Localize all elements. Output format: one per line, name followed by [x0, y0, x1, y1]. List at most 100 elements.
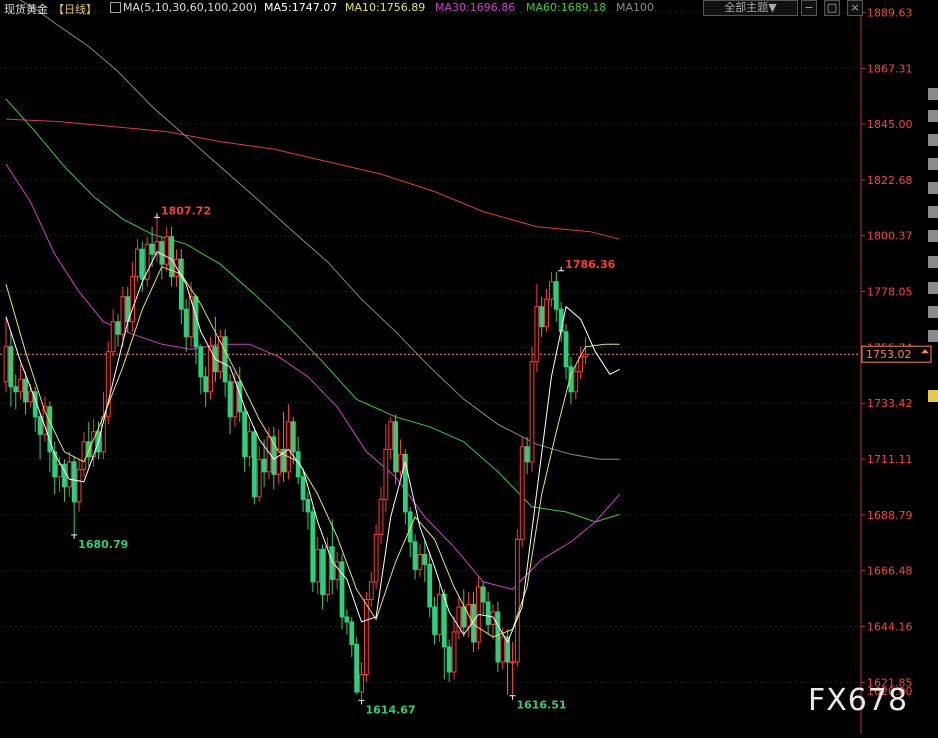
candle-body: [320, 548, 325, 595]
candle-body: [544, 298, 549, 328]
minimize-icon[interactable]: −: [801, 0, 817, 16]
side-panel-glyph: [928, 88, 938, 100]
candle-body: [485, 601, 491, 625]
period-label[interactable]: 【日线】: [53, 1, 97, 17]
side-panel-glyph: [928, 256, 938, 268]
candle-body: [519, 446, 525, 540]
instrument-name: 现货黄金: [4, 3, 48, 16]
y-tick-label: 1666.48: [867, 565, 913, 578]
ma200-line: [5, 118, 620, 240]
candle-body: [276, 448, 282, 475]
ma10-readout: MA10:1756.89: [345, 1, 426, 14]
candle-body: [159, 241, 165, 265]
ma-indicator-icon[interactable]: [110, 2, 121, 13]
candle-body: [363, 598, 369, 675]
candle-body: [135, 248, 140, 278]
side-panel-glyph: [928, 282, 938, 294]
candlestick-chart: 1889.631867.311845.001822.681800.371778.…: [0, 0, 932, 734]
candle-body: [27, 391, 33, 403]
candle-body: [500, 636, 506, 663]
candle-body: [490, 611, 496, 625]
candle-body: [149, 243, 155, 255]
candle-body: [130, 276, 136, 323]
theme-dropdown[interactable]: 全部主题▼: [703, 0, 798, 16]
side-panel-glyph: [928, 306, 938, 318]
candle-body: [290, 421, 296, 453]
candle-body: [393, 421, 399, 473]
current-price-label: 1753.02: [866, 348, 912, 361]
chart-area: 1889.63 1867.31 1845.00 1822.68 1800.37 1778.…: [0, 0, 938, 734]
ma-params[interactable]: MA(5,10,30,60,100,200): [123, 1, 257, 14]
y-tick-label: 1867.31: [867, 62, 913, 75]
candle-body: [407, 511, 413, 543]
candle-body: [344, 616, 350, 623]
side-panel-glyph: [928, 134, 938, 146]
candle-body: [373, 533, 379, 583]
ma100-readout: MA100: [616, 1, 655, 14]
y-tick-label: 1688.79: [867, 509, 913, 522]
y-tick-label: 1711.11: [867, 453, 913, 466]
candle-body: [339, 561, 345, 618]
candle-body: [164, 236, 170, 265]
candle-body: [325, 546, 330, 595]
price-annotation: 1614.67: [366, 703, 416, 716]
candle-body: [62, 463, 67, 488]
candle-body: [427, 563, 433, 608]
candle-body: [446, 646, 452, 673]
ma60-readout: MA60:1689.18: [526, 1, 607, 14]
candle-body: [451, 631, 457, 673]
candle-body: [480, 586, 486, 603]
candle-body: [203, 376, 209, 393]
candle-body: [359, 673, 364, 693]
candle-body: [222, 336, 228, 383]
candle-body: [383, 448, 389, 500]
y-tick-label: 1733.42: [867, 397, 913, 410]
candle-body: [242, 411, 248, 458]
candle-body: [495, 611, 501, 663]
candle-body: [256, 458, 262, 498]
candle-body: [549, 281, 554, 300]
candle-body: [8, 346, 14, 388]
candle-body: [417, 553, 423, 570]
candle-body: [378, 498, 384, 535]
candle-body: [310, 511, 316, 583]
candle-body: [368, 581, 374, 600]
candle-body: [388, 421, 394, 450]
candle-body: [315, 548, 321, 583]
y-tick-label: 1644.16: [867, 621, 913, 634]
candle-body: [300, 476, 306, 500]
restore-icon[interactable]: □: [824, 0, 840, 16]
candle-body: [514, 538, 520, 663]
candle-body: [539, 306, 545, 328]
ma5-readout: MA5:1747.07: [264, 1, 338, 14]
candle-body: [52, 451, 58, 478]
candle-body: [286, 421, 291, 473]
y-tick-label: 1800.37: [867, 230, 913, 243]
candle-body: [13, 386, 19, 393]
side-panel-glyph: [928, 330, 938, 342]
candle-body: [120, 296, 126, 335]
candle-body: [261, 458, 267, 473]
candle-body: [349, 621, 355, 645]
candle-body: [412, 541, 418, 570]
price-annotation: 1680.79: [78, 538, 128, 551]
candle-body: [23, 378, 28, 403]
candle-body: [115, 321, 121, 335]
candle-body: [398, 453, 403, 473]
close-icon[interactable]: ×: [847, 0, 863, 16]
candle-body: [76, 468, 82, 503]
candle-body: [573, 371, 579, 393]
ma30-readout: MA30:1696.86: [435, 1, 516, 14]
candle-body: [57, 463, 62, 478]
candle-body: [583, 353, 588, 358]
candle-body: [510, 661, 515, 664]
candle-body: [437, 593, 442, 635]
candle-body: [305, 498, 311, 513]
side-panel-glyph: [928, 230, 938, 242]
candle-body: [563, 331, 569, 368]
candle-body: [110, 321, 116, 353]
watermark-logo: FX678: [808, 683, 909, 718]
candle-body: [334, 561, 340, 580]
candle-body: [354, 643, 360, 693]
candle-body: [422, 553, 428, 565]
